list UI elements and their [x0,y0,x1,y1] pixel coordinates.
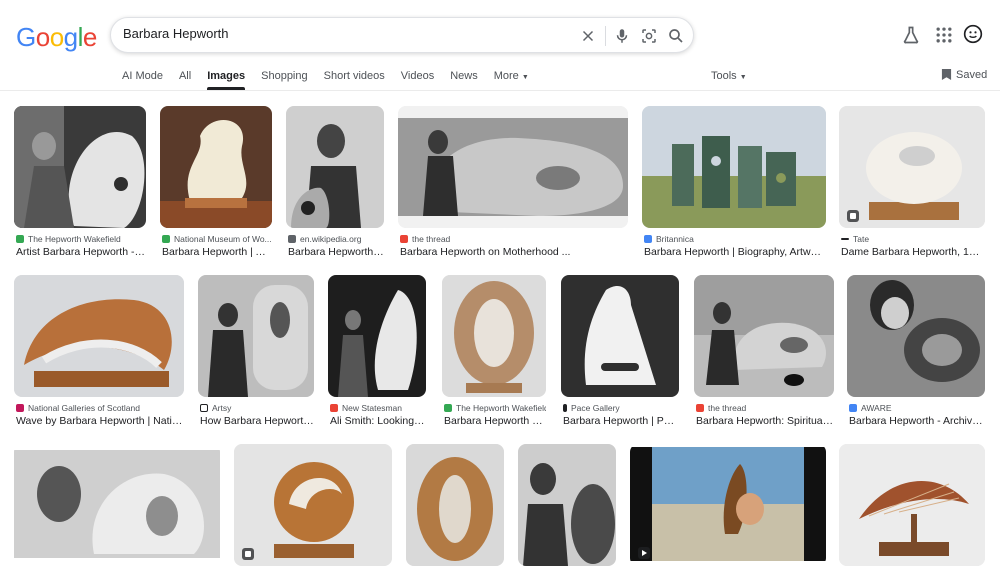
result-source: the thread [412,234,451,244]
clear-icon[interactable] [579,27,597,45]
source-favicon [644,235,652,243]
result-source: Britannica [656,234,694,244]
result-thumbnail[interactable] [14,275,184,397]
result-source: Tate [853,234,870,244]
result-title[interactable]: Wave by Barbara Hepworth | Nation... [16,415,184,427]
source-favicon [288,235,296,243]
source-favicon [200,404,208,412]
result-thumbnail[interactable] [847,275,985,397]
tools-label: Tools [711,70,737,82]
tools-dropdown-icon: ▼ [739,74,747,81]
video-play-icon [638,547,650,559]
tab-more-label: More [493,70,519,82]
result-source: AWARE [861,403,892,413]
result-source: en.wikipedia.org [300,234,362,244]
result-source: the thread [708,403,747,413]
tab-shopping[interactable]: Shopping [261,70,308,92]
result-source: National Museum of Wo... [174,234,272,244]
result-thumbnail[interactable] [14,106,146,228]
source-favicon [330,404,338,412]
source-favicon [563,404,567,412]
account-avatar-icon[interactable] [963,24,983,44]
tab-videos[interactable]: Videos [401,70,434,92]
result-thumbnail[interactable] [839,444,985,566]
tab-all[interactable]: All [179,70,191,92]
tab-short-videos[interactable]: Short videos [324,70,385,92]
source-favicon [162,235,170,243]
result-thumbnail[interactable] [14,444,220,566]
result-source: The Hepworth Wakefield [456,403,546,413]
result-source: Artsy [212,403,232,413]
more-dropdown-icon: ▼ [521,74,529,81]
result-title[interactable]: How Barbara Hepworth ... [200,415,314,427]
tab-more[interactable]: More ▼ [494,70,529,92]
result-thumbnail[interactable] [839,106,985,228]
result-thumbnail[interactable] [406,444,504,566]
result-title[interactable]: Barbara Hepworth - T... [444,415,546,427]
result-title[interactable]: Barbara Hepworth on Motherhood ... [400,246,628,258]
apps-grid-icon[interactable] [934,25,954,45]
result-thumbnail[interactable] [234,444,392,566]
bookmark-icon [941,69,952,80]
result-thumbnail[interactable] [518,444,616,566]
result-thumbnail[interactable] [694,275,834,397]
source-favicon [444,404,452,412]
result-title[interactable]: Barbara Hepworth | Art... [162,246,272,258]
source-favicon [841,238,849,240]
tools-button[interactable]: Tools ▼ [711,70,747,82]
search-divider [605,26,606,46]
result-thumbnail[interactable] [398,106,628,228]
labs-flask-icon[interactable] [901,25,921,45]
tab-ai-mode[interactable]: AI Mode [122,70,163,92]
result-thumbnail[interactable] [328,275,426,397]
result-title[interactable]: Dame Barbara Hepworth, 1943 ... [841,246,985,258]
result-thumbnail[interactable] [630,444,826,566]
google-logo[interactable]: Google [16,22,97,53]
header-divider [0,90,1000,91]
result-title[interactable]: Barbara Hepworth | Biography, Artwork ..… [644,246,826,258]
result-thumbnail[interactable] [286,106,384,228]
source-favicon [849,404,857,412]
image-collection-badge [242,548,254,560]
microphone-icon[interactable] [613,27,631,45]
result-source: The Hepworth Wakefield [28,234,121,244]
search-icon[interactable] [667,27,685,45]
image-collection-badge [847,210,859,222]
search-input[interactable] [123,26,563,41]
result-thumbnail[interactable] [160,106,272,228]
result-source: National Galleries of Scotland [28,403,140,413]
source-favicon [16,404,24,412]
saved-label: Saved [956,68,988,81]
tab-images[interactable]: Images [207,70,245,92]
result-title[interactable]: Barbara Hepworth - ... [288,246,384,258]
search-tabs: AI Mode All Images Shopping Short videos… [122,70,545,92]
search-box[interactable] [110,17,694,53]
result-thumbnail[interactable] [642,106,826,228]
result-source: New Statesman [342,403,402,413]
source-favicon [696,404,704,412]
result-title[interactable]: Ali Smith: Looking a... [330,415,426,427]
result-title[interactable]: Barbara Hepworth - Archives ... [849,415,985,427]
result-thumbnail[interactable] [442,275,546,397]
result-thumbnail[interactable] [198,275,314,397]
tab-news[interactable]: News [450,70,478,92]
source-favicon [16,235,24,243]
result-thumbnail[interactable] [561,275,679,397]
result-source: Pace Gallery [571,403,620,413]
result-title[interactable]: Artist Barbara Hepworth - The ... [16,246,146,258]
result-title[interactable]: Barbara Hepworth | Pac... [563,415,679,427]
source-favicon [400,235,408,243]
saved-button[interactable]: Saved [941,68,987,81]
result-title[interactable]: Barbara Hepworth: Spiritual ... [696,415,834,427]
lens-icon[interactable] [640,27,658,45]
